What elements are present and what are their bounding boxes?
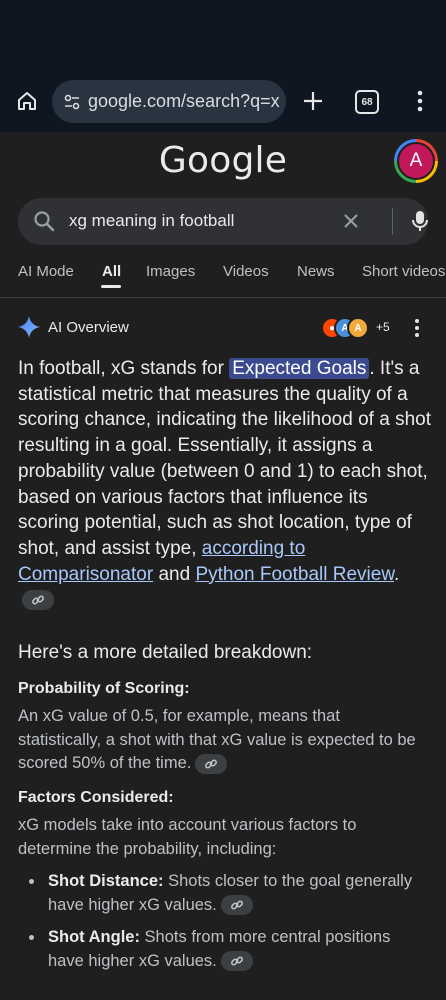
ai-overview-paragraph: In football, xG stands for Expected Goal… (18, 356, 432, 613)
conjunction-text: and (153, 563, 196, 585)
bullet-term: Shot Distance: (48, 872, 164, 890)
highlighted-term: Expected Goals (229, 358, 370, 379)
ai-overview-title: AI Overview (48, 319, 129, 336)
status-bar (0, 0, 446, 72)
active-tab-indicator (101, 285, 121, 288)
section-body-factors: xG models take into account various fact… (18, 816, 357, 858)
tab-all[interactable]: All (102, 263, 121, 280)
avatar-letter: A (397, 142, 435, 180)
home-icon (18, 92, 36, 110)
google-logo[interactable]: Google (0, 140, 446, 181)
url-text: google.com/search?q=x (88, 91, 280, 111)
source-chips[interactable]: ● A A (321, 316, 381, 340)
tab-videos[interactable]: Videos (223, 263, 269, 280)
tab-images[interactable]: Images (146, 263, 195, 280)
citation-chip[interactable] (220, 951, 253, 972)
section-body-probability: An xG value of 0.5, for example, means t… (18, 705, 418, 776)
site-settings-icon[interactable] (62, 92, 82, 112)
browser-menu-button[interactable] (410, 86, 430, 116)
ai-overview-header: AI Overview ● A A +5 (18, 316, 428, 340)
account-avatar[interactable]: A (394, 139, 438, 183)
section-heading-factors: Factors Considered: (18, 789, 174, 806)
address-bar[interactable]: google.com/search?q=x (52, 80, 286, 123)
period-text: . (394, 563, 400, 585)
search-icon (34, 211, 55, 232)
tab-switcher-button[interactable]: 68 (355, 90, 379, 114)
citation-chip[interactable] (22, 590, 54, 611)
close-icon[interactable] (340, 210, 362, 232)
citation-chip[interactable] (220, 895, 253, 916)
link-icon (205, 759, 218, 769)
more-sources-count[interactable]: +5 (376, 320, 390, 334)
more-vert-icon[interactable] (414, 318, 420, 338)
search-divider (392, 208, 393, 235)
search-box[interactable]: xg meaning in football (18, 198, 428, 245)
search-input[interactable]: xg meaning in football (69, 211, 234, 231)
section-heading-probability: Probability of Scoring: (18, 680, 190, 697)
microphone-icon[interactable] (410, 209, 430, 233)
intro-text: In football, xG stands for (18, 358, 230, 379)
source-icon-3: A (347, 317, 369, 339)
source-link-python-football-review[interactable]: Python Football Review (195, 564, 394, 585)
link-icon (230, 900, 243, 910)
link-icon (32, 595, 44, 605)
intro-text-continued: . It's a statistical metric that measure… (18, 358, 431, 559)
new-tab-button[interactable] (298, 86, 328, 116)
breakdown-heading: Here's a more detailed breakdown: (18, 642, 313, 663)
tab-short-videos[interactable]: Short videos (362, 263, 445, 280)
browser-toolbar: google.com/search?q=x 68 (0, 72, 446, 132)
bullet-term: Shot Angle: (48, 928, 140, 946)
search-tabs: AI Mode All Images Videos News Short vid… (0, 258, 446, 298)
tab-count: 68 (361, 96, 373, 108)
list-item: Shot Distance: Shots closer to the goal … (29, 870, 418, 917)
home-button[interactable] (12, 86, 42, 116)
tab-ai-mode[interactable]: AI Mode (18, 263, 74, 280)
tab-news[interactable]: News (297, 263, 335, 280)
gemini-sparkle-icon (18, 316, 40, 338)
list-item: Shot Angle: Shots from more central posi… (29, 926, 418, 973)
citation-chip[interactable] (195, 753, 228, 774)
link-icon (230, 956, 243, 966)
more-vert-icon (417, 90, 423, 112)
plus-icon (304, 92, 322, 110)
